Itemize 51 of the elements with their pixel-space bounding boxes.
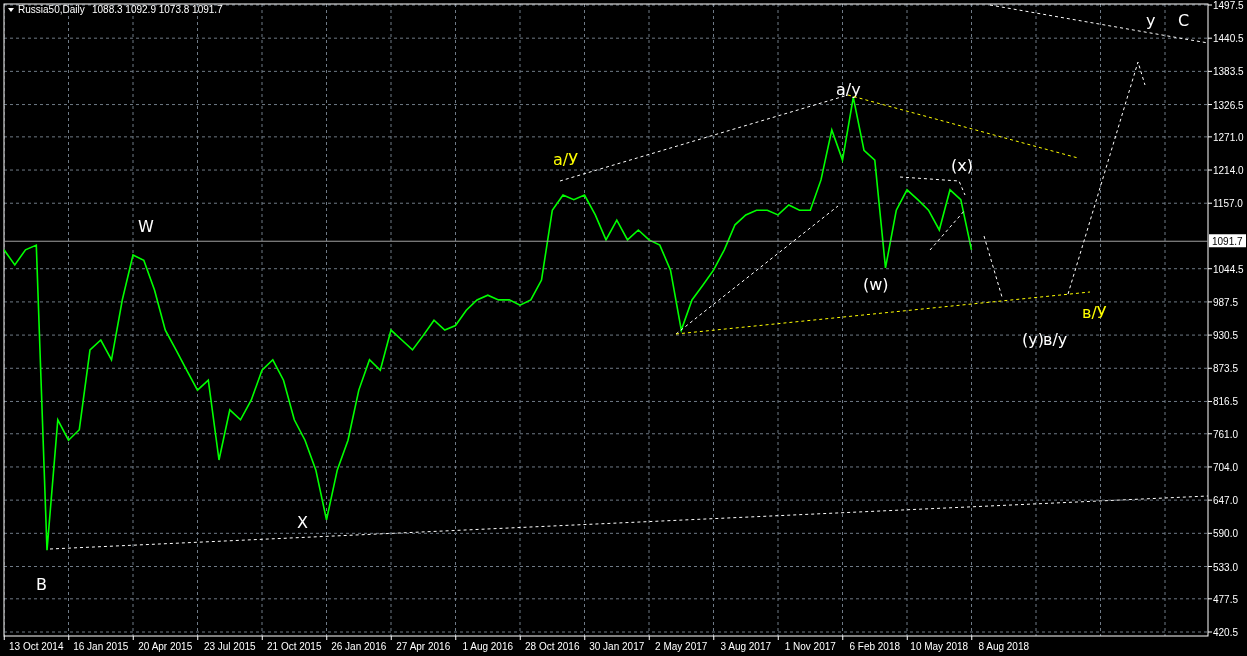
date-axis-label: 27 Apr 2016: [396, 641, 451, 652]
date-axis-label: 1 Aug 2016: [462, 641, 514, 652]
price-axis-label: 1214.0: [1213, 165, 1244, 177]
price-axis-label: 477.5: [1213, 593, 1239, 605]
date-axis-label: 8 Aug 2018: [978, 641, 1030, 652]
date-axis-label: 1 Nov 2017: [784, 641, 836, 652]
price-axis-label: 930.5: [1213, 330, 1239, 342]
date-axis-label: 28 Oct 2016: [525, 641, 580, 652]
wave-label: (x): [951, 156, 973, 175]
wave-label: W: [138, 217, 154, 236]
price-axis-label: 1383.5: [1213, 66, 1244, 78]
price-axis-label: 761.0: [1213, 428, 1239, 440]
price-axis-label: 1271.0: [1213, 131, 1244, 143]
price-axis-label: 1044.5: [1213, 263, 1244, 275]
price-axis-label: 873.5: [1213, 363, 1239, 375]
wave-label: C: [1178, 11, 1190, 30]
wave-label: X: [297, 513, 308, 532]
date-axis-label: 26 Jan 2016: [331, 641, 387, 652]
date-axis-label: 30 Jan 2017: [589, 641, 645, 652]
chart-symbol: Russia50,Daily: [18, 4, 85, 15]
date-axis-label: 10 May 2018: [910, 641, 969, 652]
price-axis-label: 647.0: [1213, 495, 1239, 507]
wave-label: a/У: [553, 150, 578, 169]
date-axis-label: 23 Jul 2015: [203, 641, 256, 652]
date-axis-label: 3 Aug 2017: [720, 641, 772, 652]
price-tag: 1091.7: [1209, 234, 1246, 248]
wave-label: в/у: [1043, 330, 1068, 349]
date-axis-label: 21 Oct 2015: [267, 641, 322, 652]
date-axis-label: 13 Oct 2014: [9, 641, 64, 652]
wave-label: a/y: [836, 80, 861, 99]
wave-label: B: [36, 575, 47, 594]
price-axis-label: 533.0: [1213, 561, 1239, 573]
price-axis-label: 590.0: [1213, 528, 1239, 540]
ohlc-values: 1088.3 1092.9 1073.8 1091.7: [92, 4, 223, 15]
wave-label: в/У: [1082, 303, 1107, 322]
price-axis-label: 816.5: [1213, 396, 1239, 408]
price-axis-label: 1157.0: [1213, 198, 1243, 210]
price-axis-label: 1440.5: [1213, 33, 1244, 45]
wave-label: y: [1146, 11, 1156, 30]
date-axis-label: 6 Feb 2018: [849, 641, 901, 652]
wave-label: (w): [863, 275, 889, 294]
dropdown-icon[interactable]: [8, 8, 14, 12]
date-axis-label: 2 May 2017: [655, 641, 708, 652]
price-axis-label: 1326.5: [1213, 99, 1244, 111]
date-axis-label: 16 Jan 2015: [73, 641, 129, 652]
date-axis-label: 20 Apr 2015: [138, 641, 193, 652]
price-axis-label: 420.5: [1213, 627, 1239, 638]
price-axis-label: 704.0: [1213, 461, 1239, 473]
price-axis-label: 987.5: [1213, 296, 1239, 308]
wave-label: (y): [1022, 330, 1044, 349]
price-axis-label: 1497.5: [1213, 0, 1244, 11]
